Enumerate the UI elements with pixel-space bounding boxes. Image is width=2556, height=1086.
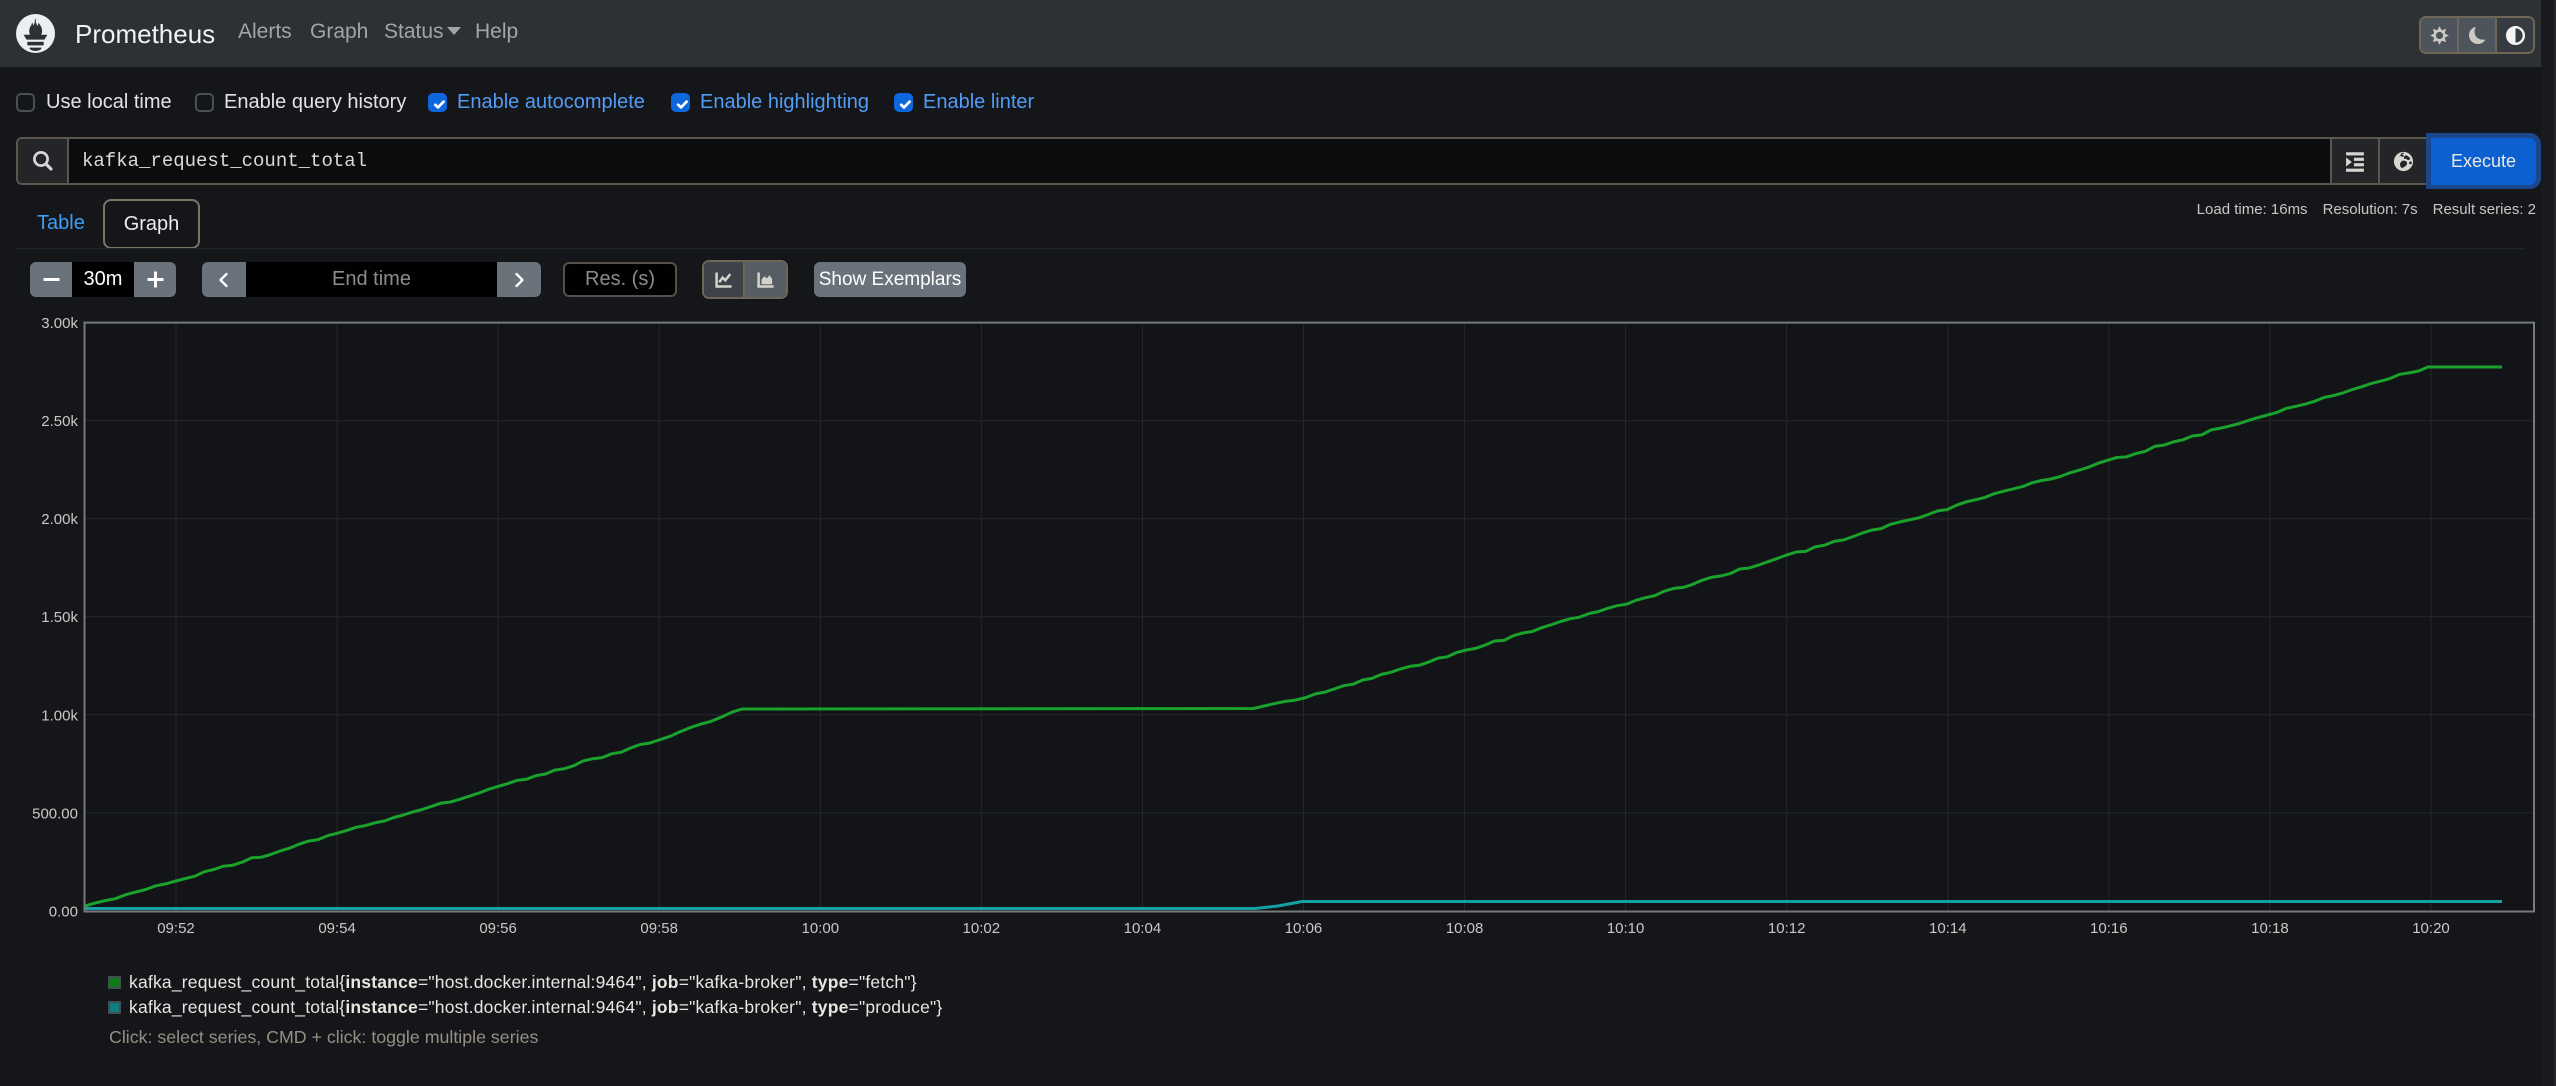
svg-text:10:12: 10:12	[1768, 920, 1806, 937]
svg-text:10:10: 10:10	[1607, 920, 1645, 937]
svg-text:10:06: 10:06	[1285, 920, 1323, 937]
svg-text:10:00: 10:00	[802, 920, 840, 937]
svg-text:1.50k: 1.50k	[41, 609, 78, 626]
svg-text:2.00k: 2.00k	[41, 511, 78, 528]
svg-text:3.00k: 3.00k	[41, 315, 78, 332]
svg-text:10:16: 10:16	[2090, 920, 2128, 937]
svg-text:10:14: 10:14	[1929, 920, 1967, 937]
svg-text:2.50k: 2.50k	[41, 413, 78, 430]
svg-text:0.00: 0.00	[49, 903, 78, 920]
svg-text:09:54: 09:54	[318, 920, 356, 937]
svg-text:10:04: 10:04	[1124, 920, 1162, 937]
svg-text:1.00k: 1.00k	[41, 707, 78, 724]
svg-text:09:56: 09:56	[479, 920, 517, 937]
svg-text:10:20: 10:20	[2412, 920, 2450, 937]
svg-text:10:08: 10:08	[1446, 920, 1484, 937]
svg-text:10:02: 10:02	[963, 920, 1001, 937]
svg-text:09:52: 09:52	[157, 920, 195, 937]
svg-text:10:18: 10:18	[2251, 920, 2289, 937]
svg-text:500.00: 500.00	[32, 805, 78, 822]
svg-text:09:58: 09:58	[640, 920, 678, 937]
